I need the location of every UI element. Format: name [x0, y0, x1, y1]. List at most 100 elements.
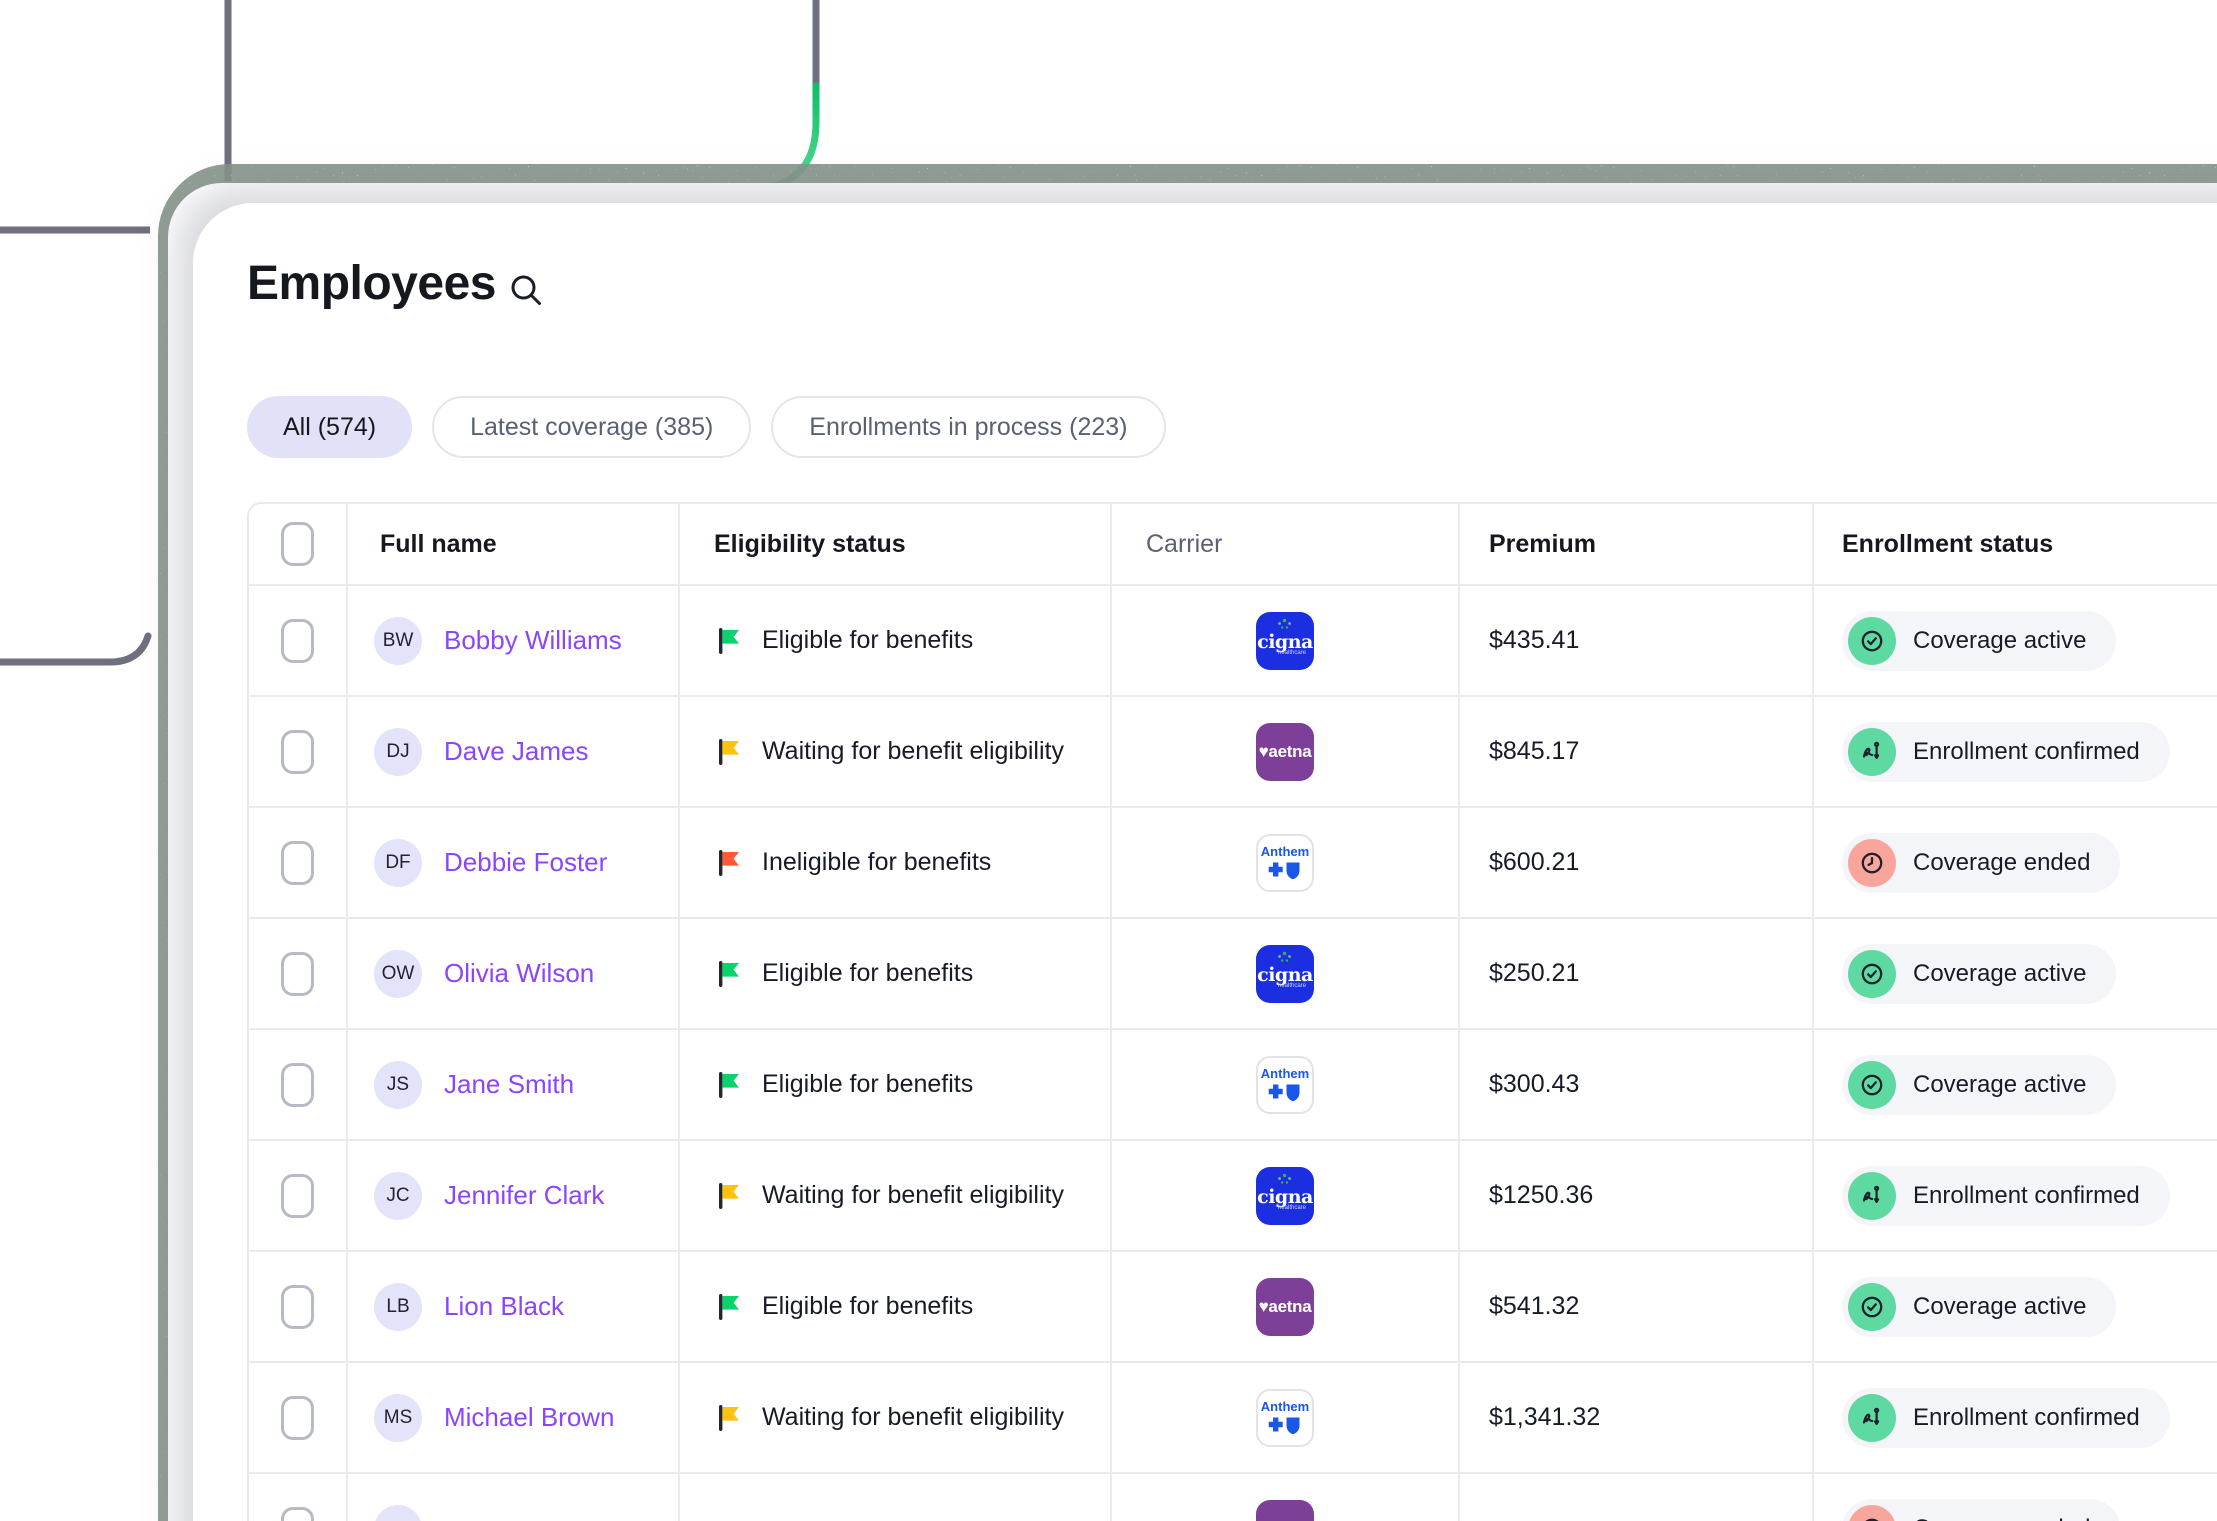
status-badge: Coverage active: [1842, 1276, 2117, 1337]
flag-red-icon: [719, 849, 739, 876]
table-row: JS Jane Smith Eligible for benefits Anth…: [249, 1030, 2217, 1141]
row-checkbox[interactable]: [281, 840, 314, 885]
flag-yellow-icon: [719, 1182, 739, 1209]
employee-name-link[interactable]: Jennifer Clark: [444, 1180, 604, 1211]
table-row: OW Olivia Wilson Eligible for benefits c…: [249, 919, 2217, 1030]
carrier-logo-aetna: ♥aetna: [1256, 722, 1314, 781]
premium-value: $435.41: [1460, 586, 1814, 697]
check-circle-icon: [1861, 1296, 1883, 1317]
carrier-logo-anthem: Anthem: [1256, 833, 1314, 892]
anthem-label: Anthem: [1260, 1066, 1310, 1081]
row-checkbox[interactable]: [281, 951, 314, 996]
row-checkbox[interactable]: [281, 1173, 314, 1218]
avatar: BW: [374, 616, 422, 665]
flag-green-icon: [719, 1293, 739, 1320]
status-badge: Coverage active: [1842, 610, 2117, 671]
filter-pills: All (574) Latest coverage (385) Enrollme…: [247, 396, 1166, 458]
carrier-logo-aetna: ♥aetna: [1256, 1277, 1314, 1336]
employee-name-link[interactable]: Olivia Wilson: [444, 958, 594, 989]
employee-name-link[interactable]: Michael Brown: [444, 1402, 615, 1433]
header-premium: Premium: [1460, 504, 1814, 586]
employee-name-link[interactable]: Bobby Williams: [444, 625, 622, 656]
status-label: Coverage active: [1913, 959, 2087, 987]
anthem-label: Anthem: [1260, 1399, 1310, 1414]
clock-icon: [1861, 852, 1883, 873]
carrier-logo-anthem: Anthem: [1256, 1055, 1314, 1114]
status-badge: Coverage active: [1842, 943, 2117, 1004]
filter-latest-coverage-label: Latest coverage (385): [470, 412, 714, 441]
carrier-logo-cigna: cigna healthcare: [1256, 944, 1314, 1003]
eligibility-label: Ineligible for benefits: [762, 848, 992, 876]
check-circle-icon: [1861, 630, 1883, 651]
premium-value: $1,341.32: [1460, 1363, 1814, 1474]
status-badge: Enrollment confirmed: [1842, 721, 2170, 782]
premium-value: $1250.36: [1460, 1141, 1814, 1252]
carrier-logo-anthem: Anthem: [1256, 1388, 1314, 1447]
premium-value: [1460, 1474, 1814, 1521]
status-label: Coverage active: [1913, 1070, 2087, 1098]
table-header-row: Full name Eligibility status Carrier Pre…: [249, 504, 2217, 586]
row-checkbox[interactable]: [281, 1284, 314, 1329]
signature-icon: [1862, 741, 1880, 759]
select-all-checkbox[interactable]: [281, 522, 314, 566]
carrier-logo-cigna: cigna healthcare: [1256, 1166, 1314, 1225]
table-row: MS Michael Brown Waiting for benefit eli…: [249, 1363, 2217, 1474]
eligibility-label: Eligible for benefits: [762, 1292, 974, 1320]
eligibility-label: Waiting for benefit eligibility: [762, 737, 1064, 765]
flag-green-icon: [719, 627, 739, 654]
cigna-label: cigna: [1257, 630, 1313, 653]
avatar: DF: [374, 838, 422, 887]
page-title: Employees: [247, 257, 496, 310]
table-row: LB Lion Black Eligible for benefits ♥aet…: [249, 1252, 2217, 1363]
status-badge: Coverage active: [1842, 1054, 2117, 1115]
status-badge: Enrollment confirmed: [1842, 1165, 2170, 1226]
cigna-spark-icon: [1278, 618, 1291, 629]
status-badge: Coverage ended: [1842, 832, 2121, 893]
eligibility-label: Eligible for benefits: [762, 626, 974, 654]
check-circle-icon: [1861, 963, 1883, 984]
eligibility-label: Waiting for benefit eligibility: [762, 1403, 1064, 1431]
employee-name-link[interactable]: Dave James: [444, 736, 589, 767]
flag-yellow-icon: [719, 738, 739, 765]
premium-value: $300.43: [1460, 1030, 1814, 1141]
employee-name-link[interactable]: Lion Black: [444, 1291, 564, 1322]
row-checkbox[interactable]: [281, 1506, 314, 1521]
avatar: [374, 1504, 422, 1521]
row-checkbox[interactable]: [281, 1062, 314, 1107]
cigna-label: cigna: [1257, 963, 1313, 986]
filter-enrollments-in-process[interactable]: Enrollments in process (223): [771, 396, 1166, 458]
cigna-spark-icon: [1278, 1173, 1291, 1184]
clock-icon: [1864, 1518, 1880, 1521]
filter-all[interactable]: All (574): [247, 396, 413, 458]
row-checkbox[interactable]: [281, 729, 314, 774]
anthem-label: Anthem: [1260, 844, 1310, 859]
cigna-sub-label: healthcare: [1277, 1204, 1306, 1211]
cigna-label: cigna: [1257, 1185, 1313, 1208]
filter-all-label: All (574): [283, 412, 377, 441]
search-button[interactable]: [508, 272, 546, 315]
anthem-cross-shield-icon: [1268, 1417, 1300, 1435]
employee-name-link[interactable]: Jane Smith: [444, 1069, 574, 1100]
search-icon: [511, 275, 541, 305]
filter-latest-coverage[interactable]: Latest coverage (385): [432, 396, 752, 458]
table-row: DF Debbie Foster Ineligible for benefits…: [249, 808, 2217, 919]
status-label: Coverage ended: [1913, 1515, 2090, 1521]
premium-value: $845.17: [1460, 697, 1814, 808]
row-checkbox[interactable]: [281, 1395, 314, 1440]
eligibility-label: Eligible for benefits: [762, 959, 974, 987]
avatar: LB: [374, 1282, 422, 1331]
header-carrier: Carrier: [1112, 504, 1460, 586]
signature-icon: [1862, 1407, 1880, 1425]
table-row: JC Jennifer Clark Waiting for benefit el…: [249, 1141, 2217, 1252]
row-checkbox[interactable]: [281, 618, 314, 663]
table-row: DJ Dave James Waiting for benefit eligib…: [249, 697, 2217, 808]
eligibility-label: Eligible for benefits: [762, 1070, 974, 1098]
anthem-cross-shield-icon: [1268, 1084, 1300, 1102]
carrier-logo-aetna: ♥aetna: [1256, 1499, 1314, 1521]
carrier-logo-cigna: cigna healthcare: [1256, 611, 1314, 670]
header-enrollment-status: Enrollment status: [1814, 504, 2217, 586]
header-eligibility-status: Eligibility status: [680, 504, 1112, 586]
signature-icon: [1862, 1185, 1880, 1203]
employee-name-link[interactable]: Debbie Foster: [444, 847, 607, 878]
flag-green-icon: [719, 960, 739, 987]
